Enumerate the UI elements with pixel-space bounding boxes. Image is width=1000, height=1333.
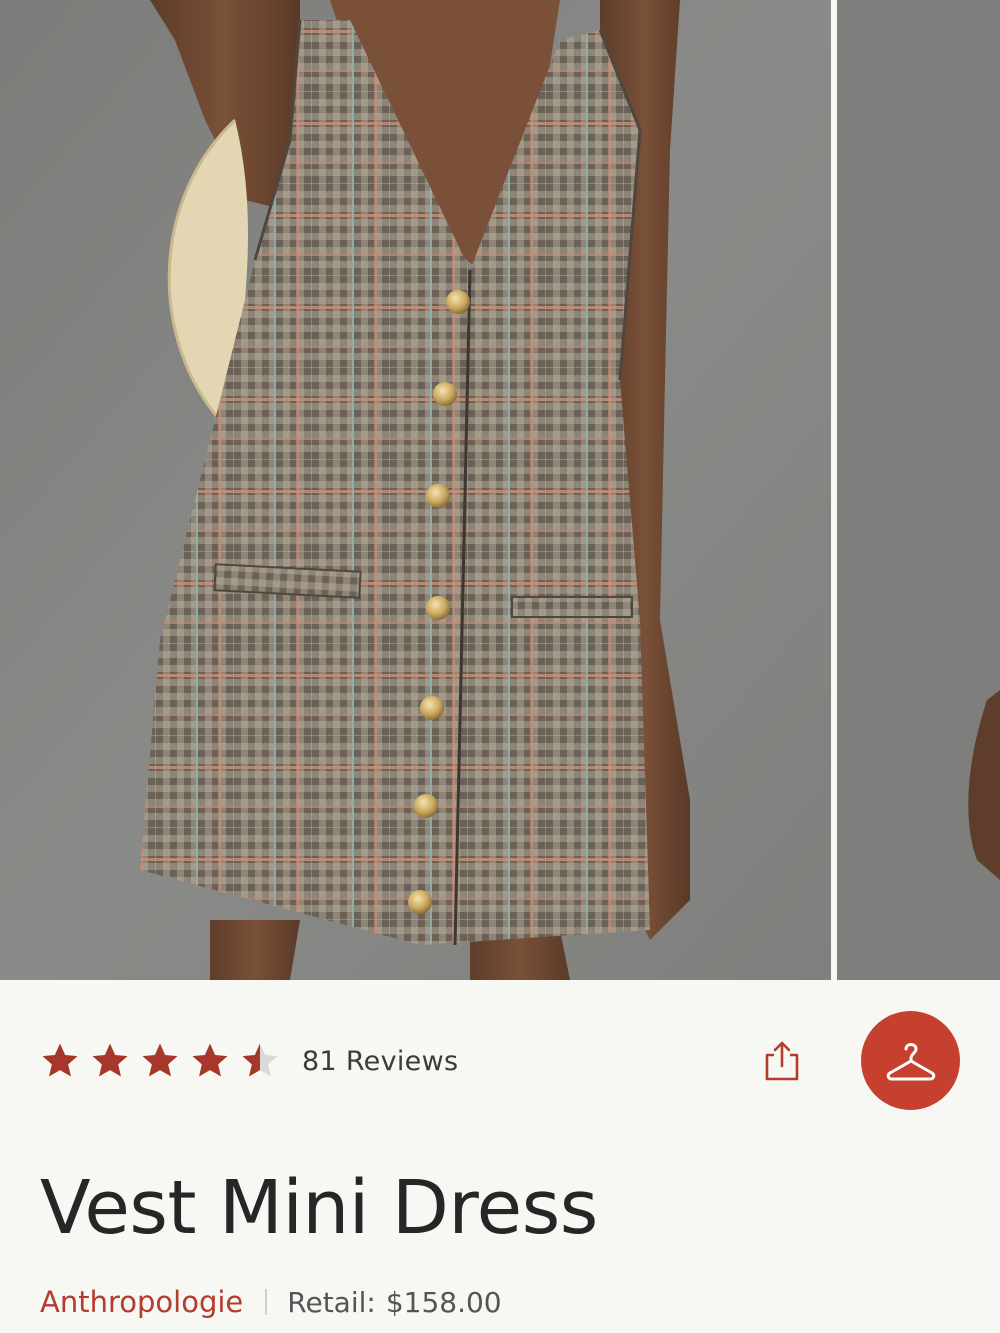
share-icon xyxy=(765,1041,799,1081)
product-title: Vest Mini Dress xyxy=(40,1165,598,1251)
star-icon xyxy=(92,1043,128,1077)
star-half-icon xyxy=(242,1043,278,1077)
star-icon xyxy=(192,1043,228,1077)
rating-row: 81 Reviews xyxy=(40,1036,458,1086)
share-button[interactable] xyxy=(756,1036,806,1086)
product-meta: Anthropologie Retail: $158.00 xyxy=(40,1282,502,1322)
product-image-next[interactable] xyxy=(837,0,1000,980)
add-to-closet-button[interactable] xyxy=(861,1011,960,1110)
dress-photo-alt xyxy=(837,0,1000,980)
product-image-main[interactable] xyxy=(0,0,831,980)
star-icon xyxy=(42,1043,78,1077)
image-carousel[interactable] xyxy=(0,0,1000,980)
retail-label: Retail: xyxy=(287,1285,376,1319)
hanger-icon xyxy=(886,1042,935,1080)
star-icon xyxy=(142,1043,178,1077)
divider xyxy=(265,1289,268,1315)
dress-photo xyxy=(0,0,831,980)
product-info-panel xyxy=(0,980,1000,1333)
retail-price: $158.00 xyxy=(385,1285,502,1319)
reviews-link[interactable]: 81 Reviews xyxy=(302,1046,458,1077)
brand-link[interactable]: Anthropologie xyxy=(40,1285,243,1319)
star-rating xyxy=(40,1041,280,1081)
product-page: 81 Reviews Vest Mini Dress Anthropologie… xyxy=(0,0,1000,1333)
